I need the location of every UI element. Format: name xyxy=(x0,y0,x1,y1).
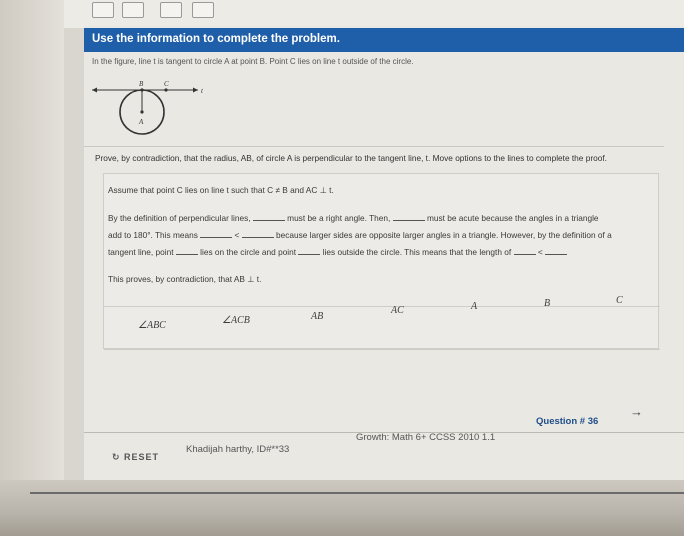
toolbar xyxy=(64,0,684,28)
next-arrow-icon[interactable]: → xyxy=(630,404,643,419)
eraser-tool-icon[interactable] xyxy=(122,2,144,18)
option-angle-acb[interactable]: ∠ACB xyxy=(222,315,250,326)
question-header: Use the information to complete the prob… xyxy=(84,28,684,52)
intro-text: In the figure, line t is tangent to circ… xyxy=(92,57,414,66)
bottom-edge-line xyxy=(30,492,684,494)
reset-icon: ↻ xyxy=(112,452,125,462)
label-c: C xyxy=(164,80,169,88)
section-divider xyxy=(84,146,664,147)
option-a[interactable]: A xyxy=(471,301,477,312)
option-c[interactable]: C xyxy=(616,295,623,306)
proof-line-1-text-b: must be a right angle. Then, xyxy=(287,213,391,223)
option-b[interactable]: B xyxy=(544,298,550,309)
label-t: t xyxy=(201,87,204,95)
drop-target-3[interactable] xyxy=(200,230,233,238)
proof-line-3-text-a: tangent line, point xyxy=(108,247,174,257)
pencil-tool-icon[interactable] xyxy=(92,2,114,18)
proof-line-2: add to 180°. This means < because larger… xyxy=(108,230,612,240)
screen-bezel xyxy=(0,0,64,536)
drop-target-8[interactable] xyxy=(544,247,567,255)
option-angle-abc[interactable]: ∠ABC xyxy=(138,320,166,331)
proof-line-1: By the definition of perpendicular lines… xyxy=(108,213,599,223)
proof-line-3-text-b: lies on the circle and point xyxy=(200,247,297,257)
drop-target-7[interactable] xyxy=(513,247,536,255)
option-ac[interactable]: AC xyxy=(391,305,404,316)
proof-line-1-text-a: By the definition of perpendicular lines… xyxy=(108,213,251,223)
less-than-symbol: < xyxy=(234,230,240,240)
tangent-circle-figure: B C t A xyxy=(92,80,204,135)
proof-line-2-text-b: because larger sides are opposite larger… xyxy=(276,230,612,240)
proof-line-3: tangent line, point lies on the circle a… xyxy=(108,247,567,257)
drop-target-4[interactable] xyxy=(241,230,274,238)
option-ab[interactable]: AB xyxy=(311,311,323,322)
student-info: Khadijah harthy, ID#**33 xyxy=(186,444,290,455)
reset-button[interactable]: ↻ RESET xyxy=(112,452,159,463)
drop-target-2[interactable] xyxy=(392,213,425,221)
proof-line-3-text-c: lies outside the circle. This means that… xyxy=(322,247,512,257)
notepad-tool-icon[interactable] xyxy=(192,2,214,18)
conclusion-line: This proves, by contradiction, that AB ⊥… xyxy=(108,274,262,284)
proof-line-1-text-c: must be acute because the angles in a tr… xyxy=(426,213,599,223)
question-number: Question # 36 xyxy=(536,416,599,427)
course-info: Growth: Math 6+ CCSS 2010 1.1 xyxy=(356,432,496,443)
drop-target-1[interactable] xyxy=(252,213,285,221)
proof-line-2-text-a: add to 180°. This means xyxy=(108,230,198,240)
assumption-line: Assume that point C lies on line t such … xyxy=(108,185,334,195)
screen-bottom-edge xyxy=(0,480,684,536)
reset-label: RESET xyxy=(124,452,160,462)
less-than-symbol-2: < xyxy=(537,247,543,257)
drop-target-6[interactable] xyxy=(298,247,321,255)
label-a: A xyxy=(138,118,144,126)
calculator-tool-icon[interactable] xyxy=(160,2,182,18)
answer-options: ∠ABC ∠ACB AB AC A B C xyxy=(104,295,660,350)
drop-target-5[interactable] xyxy=(175,247,198,255)
proof-box: Assume that point C lies on line t such … xyxy=(103,173,660,350)
label-b: B xyxy=(139,80,144,88)
proof-prompt: Prove, by contradiction, that the radius… xyxy=(95,153,607,163)
